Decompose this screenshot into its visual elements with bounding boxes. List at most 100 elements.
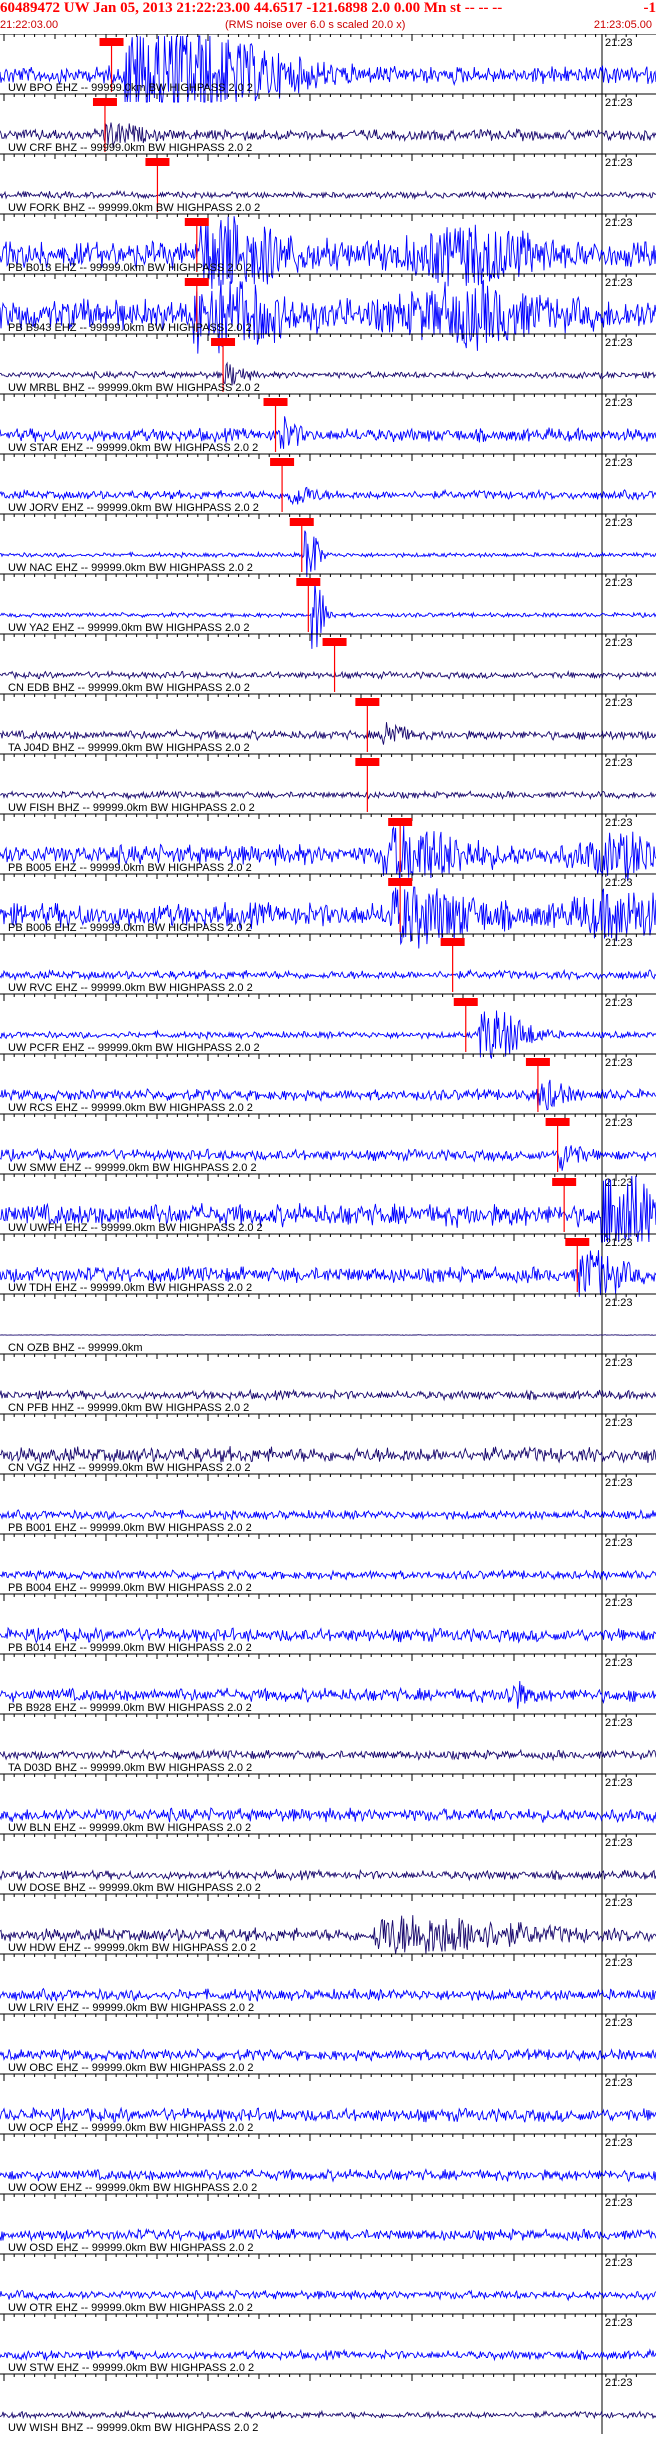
minute-label: 21:23 <box>605 397 633 409</box>
pick-marker <box>552 1178 577 1186</box>
minute-label: 21:23 <box>605 697 633 709</box>
minute-label: 21:23 <box>605 637 633 649</box>
minute-label: 21:23 <box>605 1717 633 1729</box>
pick-marker <box>388 818 413 826</box>
minute-label: 21:23 <box>605 1417 633 1429</box>
station-label: UW OOW EHZ -- 99999.0km BW HIGHPASS 2.0 … <box>8 2182 257 2194</box>
trace-row: 21:23 PB B013 EHZ -- 99999.0km BW HIGHPAS… <box>0 213 656 289</box>
minute-label: 21:23 <box>605 1477 633 1489</box>
waveform-trace <box>0 1446 656 1464</box>
trace-row: 21:23 UW DOSE BHZ -- 99999.0km BW HIGHPAS… <box>0 1833 656 1894</box>
pick-marker <box>322 638 347 646</box>
trace-row: 21:23 PB B943 EHZ -- 99999.0km BW HIGHPAS… <box>0 273 656 354</box>
trace-row: 21:23 PB B005 EHZ -- 99999.0km BW HIGHPAS… <box>0 813 656 883</box>
seismogram-plot: 21:23 UW BPO EHZ -- 99999.0km BW HIGHPASS… <box>0 34 656 2438</box>
station-label: PB B943 EHZ -- 99999.0km BW HIGHPASS 2.0… <box>8 322 252 334</box>
trace-row: 21:23 UW OTR EHZ -- 99999.0km BW HIGHPASS… <box>0 2253 656 2314</box>
minute-label: 21:23 <box>605 1777 633 1789</box>
minute-label: 21:23 <box>605 1957 633 1969</box>
minute-label: 21:23 <box>605 2077 633 2089</box>
station-label: PB B005 EHZ -- 99999.0km BW HIGHPASS 2.0… <box>8 862 252 874</box>
station-label: UW UWFH EHZ -- 99999.0km BW HIGHPASS 2.0… <box>8 1222 263 1234</box>
trace-row: 21:23 UW SMW EHZ -- 99999.0km BW HIGHPASS… <box>0 1113 656 1174</box>
minute-label: 21:23 <box>605 1837 633 1849</box>
pick-marker <box>270 458 295 466</box>
station-label: TA D03D BHZ -- 99999.0km BW HIGHPASS 2.0… <box>8 1762 252 1774</box>
pick-marker <box>289 518 314 526</box>
waveform-trace <box>0 216 656 289</box>
trace-row: 21:23 UW LRIV EHZ -- 99999.0km BW HIGHPAS… <box>0 1953 656 2014</box>
station-label: CN EDB BHZ -- 99999.0km BW HIGHPASS 2.0 … <box>8 682 250 694</box>
trace-row: 21:23 UW RCS EHZ -- 99999.0km BW HIGHPASS… <box>0 1053 656 1114</box>
station-label: UW FISH BHZ -- 99999.0km BW HIGHPASS 2.0… <box>8 802 255 814</box>
minute-label: 21:23 <box>605 1357 633 1369</box>
minute-label: 21:23 <box>605 457 633 469</box>
trace-row: 21:23 UW STAR EHZ -- 99999.0km BW HIGHPAS… <box>0 393 656 454</box>
waveform-trace <box>0 2047 656 2062</box>
minute-label: 21:23 <box>605 1237 633 1249</box>
pick-marker <box>184 278 209 286</box>
station-label: UW OTR EHZ -- 99999.0km BW HIGHPASS 2.0 … <box>8 2302 253 2314</box>
trace-row: 21:23 TA D03D BHZ -- 99999.0km BW HIGHPAS… <box>0 1713 656 1774</box>
station-label: TA J04D BHZ -- 99999.0km BW HIGHPASS 2.0… <box>8 742 250 754</box>
waveform-trace <box>0 886 656 949</box>
station-label: UW RCS EHZ -- 99999.0km BW HIGHPASS 2.0 … <box>8 1102 253 1114</box>
start-time: 21:22:03.00 <box>0 19 59 31</box>
trace-row: 21:23 UW OSD EHZ -- 99999.0km BW HIGHPASS… <box>0 2193 656 2254</box>
station-label: PB B013 EHZ -- 99999.0km BW HIGHPASS 2.0… <box>8 262 252 274</box>
trace-row: 21:23 UW OBC EHZ -- 99999.0km BW HIGHPASS… <box>0 2013 656 2074</box>
minute-label: 21:23 <box>605 97 633 109</box>
station-label: CN OZB BHZ -- 99999.0km <box>8 1342 142 1354</box>
waveform-trace <box>0 1569 656 1582</box>
station-label: UW SMW EHZ -- 99999.0km BW HIGHPASS 2.0 … <box>8 1162 257 1174</box>
minute-label: 21:23 <box>605 1597 633 1609</box>
station-label: UW FORK BHZ -- 99999.0km BW HIGHPASS 2.0… <box>8 202 260 214</box>
station-label: UW STAR EHZ -- 99999.0km BW HIGHPASS 2.0… <box>8 442 258 454</box>
minute-label: 21:23 <box>605 1117 633 1129</box>
station-label: PB B004 EHZ -- 99999.0km BW HIGHPASS 2.0… <box>8 1582 252 1594</box>
waveform-trace <box>0 1748 656 1762</box>
waveform-trace <box>0 1868 656 1882</box>
trace-row: 21:23 CN EDB BHZ -- 99999.0km BW HIGHPASS… <box>0 633 656 694</box>
waveform-trace <box>0 189 656 201</box>
minute-label: 21:23 <box>605 1537 633 1549</box>
minute-label: 21:23 <box>605 2377 633 2389</box>
station-label: UW NAC EHZ -- 99999.0km BW HIGHPASS 2.0 … <box>8 562 253 574</box>
trace-row: 21:23 PB B928 EHZ -- 99999.0km BW HIGHPAS… <box>0 1653 656 1714</box>
trace-row: 21:23 UW FORK BHZ -- 99999.0km BW HIGHPAS… <box>0 153 656 214</box>
minute-label: 21:23 <box>605 157 633 169</box>
waveform-trace <box>0 1626 656 1644</box>
minute-label: 21:23 <box>605 757 633 769</box>
station-label: UW JORV EHZ -- 99999.0km BW HIGHPASS 2.0… <box>8 502 259 514</box>
station-label: CN PFB HHZ -- 99999.0km BW HIGHPASS 2.0 … <box>8 1402 249 1414</box>
station-label: UW BLN EHZ -- 99999.0km BW HIGHPASS 2.0 … <box>8 1822 251 1834</box>
station-label: UW MRBL BHZ -- 99999.0km BW HIGHPASS 2.0… <box>8 382 260 394</box>
minute-label: 21:23 <box>605 817 633 829</box>
minute-label: 21:23 <box>605 37 633 49</box>
pick-marker <box>211 338 236 346</box>
waveform-trace <box>0 2227 656 2242</box>
trace-row: 21:23 UW CRF BHZ -- 99999.0km BW HIGHPASS… <box>0 93 656 154</box>
station-label: UW TDH EHZ -- 99999.0km BW HIGHPASS 2.0 … <box>8 1282 252 1294</box>
minute-label: 21:23 <box>605 2257 633 2269</box>
trace-row: 21:23 UW NAC EHZ -- 99999.0km BW HIGHPASS… <box>0 513 656 578</box>
end-time: 21:23:05.00 <box>593 19 652 31</box>
trace-row: 21:23 CN OZB BHZ -- 99999.0km <box>0 1293 656 1354</box>
pick-marker <box>263 398 288 406</box>
trace-row: 21:23 UW JORV EHZ -- 99999.0km BW HIGHPAS… <box>0 453 656 514</box>
trace-row: 21:23UW UWFH EHZ -- 99999.0km BW HIGHPAS… <box>0 1173 656 1243</box>
trace-row: 21:23 PB B014 EHZ -- 99999.0km BW HIGHPAS… <box>0 1593 656 1654</box>
station-label: UW WISH BHZ -- 99999.0km BW HIGHPASS 2.0… <box>8 2422 258 2434</box>
station-label: UW RVC EHZ -- 99999.0km BW HIGHPASS 2.0 … <box>8 982 253 994</box>
station-label: UW YA2 EHZ -- 99999.0km BW HIGHPASS 2.0 … <box>8 622 249 634</box>
event-title: 60489472 UW Jan 05, 2013 21:22:23.00 44.… <box>0 0 503 16</box>
waveform-trace <box>0 2106 656 2124</box>
minute-label: 21:23 <box>605 877 633 889</box>
pick-marker <box>440 938 465 946</box>
station-label: UW OCP EHZ -- 99999.0km BW HIGHPASS 2.0 … <box>8 2122 253 2134</box>
waveform-trace <box>0 2168 656 2183</box>
trace-row: 21:23 CN VGZ HHZ -- 99999.0km BW HIGHPASS… <box>0 1413 656 1474</box>
minute-label: 21:23 <box>605 1297 633 1309</box>
pick-marker <box>453 998 478 1006</box>
minute-label: 21:23 <box>605 217 633 229</box>
